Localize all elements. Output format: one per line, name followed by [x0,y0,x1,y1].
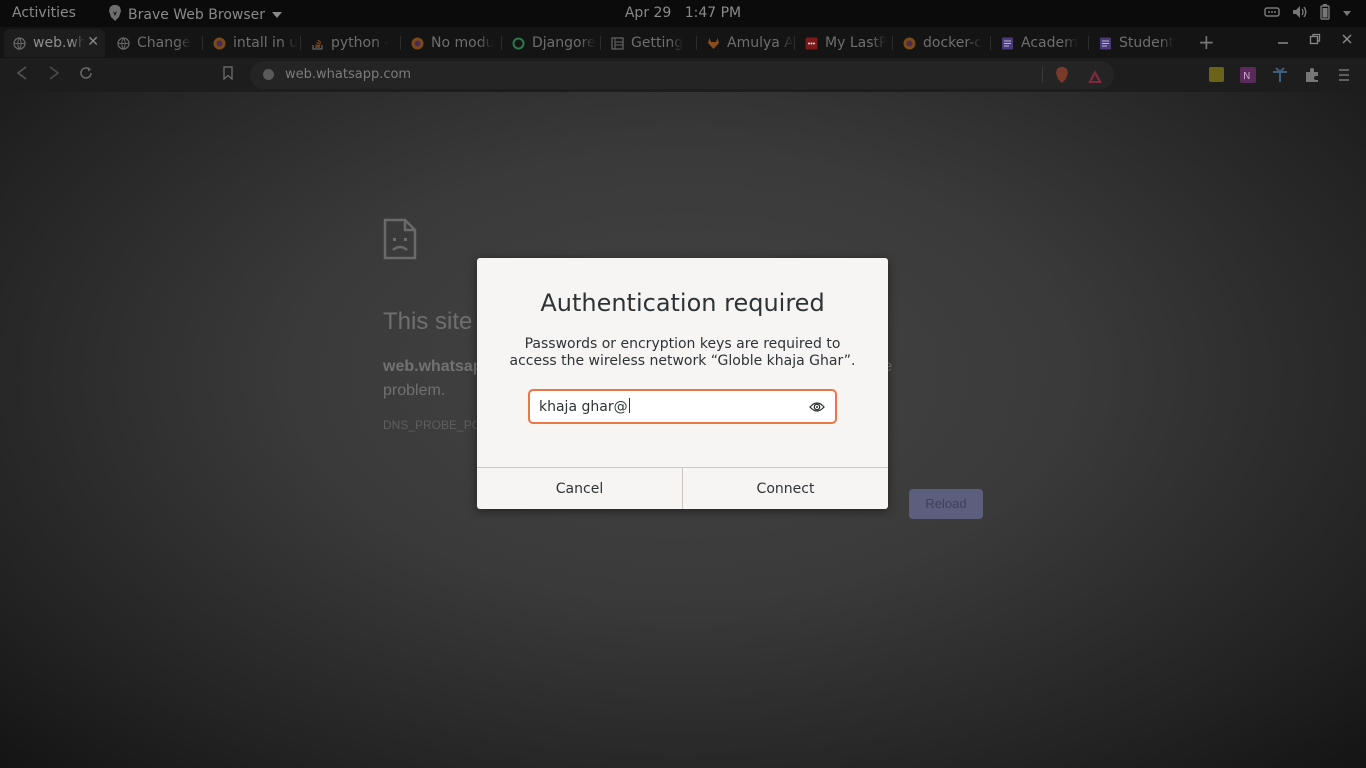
battery-icon [1320,4,1330,24]
docs-icon [610,36,624,50]
tab[interactable]: Student [1090,29,1191,57]
onenote-extension-icon[interactable]: N [1240,67,1256,87]
firefox-icon [410,36,424,50]
tab[interactable]: Djangore [503,29,604,57]
ring-icon [511,36,525,50]
svg-text:N: N [1243,71,1250,82]
tab-title: Change [137,35,191,51]
tab-title: My LastP [825,35,888,51]
firefox-icon [902,36,916,50]
globe-icon [116,36,130,50]
network-icon [1264,6,1280,22]
tab-separator [501,36,502,50]
form-icon [1000,36,1014,50]
tab[interactable]: web.whatsapp.com✕ [4,29,105,57]
tab-separator [1088,36,1089,50]
tab-separator [600,36,601,50]
chevron-down-icon [1342,6,1352,22]
app-menu[interactable]: Brave Web Browser [108,5,283,25]
reload-icon[interactable] [79,65,93,84]
tab-separator [300,36,301,50]
tab-title: docker-c [923,35,982,51]
menu-icon[interactable] [1338,67,1350,86]
sad-page-icon [383,218,417,264]
password-value[interactable]: khaja ghar@ [539,398,630,415]
tab-separator [990,36,991,50]
restore-button[interactable] [1309,33,1321,49]
url-text[interactable]: web.whatsapp.com [285,67,411,82]
text-caret [628,398,630,413]
tab-title: No modu [431,35,495,51]
password-field[interactable]: khaja ghar@ [528,389,837,424]
tab-title: intall in u [233,35,299,51]
forward-button[interactable] [48,65,60,84]
browser-toolbar: web.whatsapp.com 3 N [0,58,1366,146]
tab-strip: web.whatsapp.com✕ Change intall in u python… [0,27,1366,58]
notes-extension-icon[interactable] [1209,67,1227,91]
app-menu-label: Brave Web Browser [128,7,265,23]
password-text: khaja ghar@ [539,399,628,415]
tab[interactable]: Amulya A [698,29,799,57]
show-password-icon[interactable] [809,399,825,418]
dialog-message: Passwords or encryption keys are require… [497,336,868,370]
brave-icon [108,5,122,25]
volume-icon [1292,5,1308,23]
tab-title: Getting [631,35,684,51]
clock-date[interactable]: Apr 29 [625,5,671,21]
activities-button[interactable]: Activities [12,5,76,21]
tab-title: web.whatsapp.com [33,35,85,51]
tab[interactable]: My LastP [796,29,897,57]
gitlab-icon [706,36,720,50]
dialog-message-line: access the wireless network “Globle khaj… [509,353,856,369]
clock-time[interactable]: 1:47 PM [685,5,741,21]
lastpass-icon [804,36,818,50]
cancel-button[interactable]: Cancel [477,468,682,509]
site-info-icon[interactable] [263,69,274,80]
tab-separator [400,36,401,50]
reload-button[interactable]: Reload [909,489,983,519]
connect-button[interactable]: Connect [682,468,888,509]
brave-rewards-icon[interactable] [1088,68,1102,87]
address-bar-divider [1042,67,1043,83]
system-tray[interactable] [1264,4,1352,24]
tab[interactable]: docker-c [894,29,995,57]
tab[interactable]: Change [108,29,209,57]
form-icon [1098,36,1112,50]
tab-title: python - [331,35,390,51]
close-tab-icon[interactable]: ✕ [87,34,99,50]
dialog-message-line: Passwords or encryption keys are require… [524,336,841,352]
globe-icon [12,36,26,50]
tab-separator [696,36,697,50]
dialog-title: Authentication required [540,289,825,317]
address-bar[interactable]: web.whatsapp.com [250,61,1114,89]
stackoverflow-icon [310,36,324,50]
tab-separator [794,36,795,50]
tab-title: Student [1119,35,1175,51]
system-top-bar: Activities Brave Web Browser Apr 29 1:47… [0,0,1366,27]
brave-shields-icon[interactable] [1055,67,1069,87]
tab[interactable]: intall in u [204,29,305,57]
firefox-icon [212,36,226,50]
tab[interactable]: No modu [402,29,503,57]
close-window-button[interactable] [1341,33,1353,49]
tab-title: Djangore [532,35,596,51]
tab-separator [892,36,893,50]
back-button[interactable] [16,65,28,84]
tab-title: Academ [1021,35,1078,51]
tab[interactable]: python - [302,29,403,57]
tab-title: Amulya A [727,35,794,51]
extensions-puzzle-icon[interactable] [1304,67,1320,87]
bookmark-icon[interactable] [222,65,234,84]
new-tab-button[interactable]: + [1198,30,1215,54]
tab[interactable]: Academ [992,29,1093,57]
translate-extension-icon[interactable] [1272,67,1288,87]
chevron-down-icon [271,7,283,23]
tab-separator [202,36,203,50]
dialog-button-row: Cancel Connect [477,467,888,509]
minimize-button[interactable] [1277,33,1289,49]
tab[interactable]: Getting [602,29,703,57]
auth-dialog: Authentication required Passwords or enc… [477,258,888,509]
